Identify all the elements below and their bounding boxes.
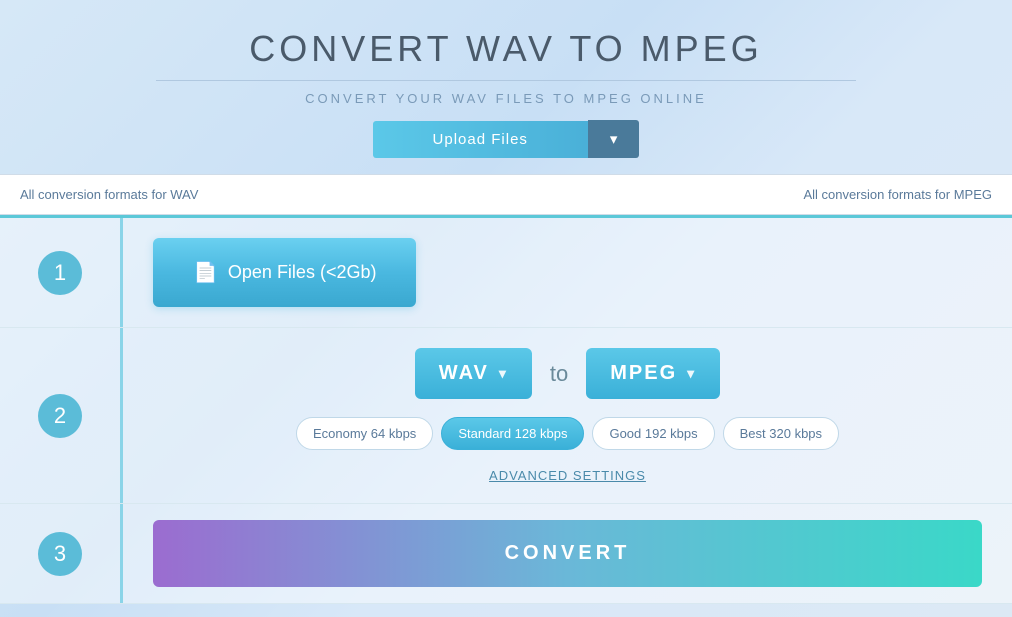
step2-content: WAV ▾ to MPEG ▾ Economy 64 kbpsStandard … bbox=[120, 328, 1012, 503]
step1-circle: 1 bbox=[38, 251, 82, 295]
to-text: to bbox=[550, 361, 568, 387]
step3-circle: 3 bbox=[38, 532, 82, 576]
mpeg-formats-link[interactable]: All conversion formats for MPEG bbox=[783, 175, 1012, 214]
step1-content: 📄 Open Files (<2Gb) bbox=[120, 218, 1012, 327]
from-format-button[interactable]: WAV ▾ bbox=[415, 348, 532, 399]
quality-row: Economy 64 kbpsStandard 128 kbpsGood 192… bbox=[296, 417, 839, 450]
step1-row: 1 📄 Open Files (<2Gb) bbox=[0, 218, 1012, 328]
quality-option-1[interactable]: Standard 128 kbps bbox=[441, 417, 584, 450]
upload-button[interactable]: Upload Files bbox=[373, 121, 588, 158]
from-format-label: WAV bbox=[439, 362, 489, 385]
from-format-chevron: ▾ bbox=[499, 365, 508, 382]
advanced-settings-link[interactable]: ADVANCED SETTINGS bbox=[489, 468, 646, 483]
wav-formats-link[interactable]: All conversion formats for WAV bbox=[0, 175, 218, 214]
quality-option-2[interactable]: Good 192 kbps bbox=[592, 417, 714, 450]
upload-bar: Upload Files ▾ bbox=[373, 120, 640, 158]
divider bbox=[156, 80, 856, 81]
subtitle: CONVERT YOUR WAV FILES TO MPEG ONLINE bbox=[305, 91, 707, 106]
conversion-row: WAV ▾ to MPEG ▾ bbox=[415, 348, 720, 399]
page-wrapper: CONVERT WAV TO MPEG CONVERT YOUR WAV FIL… bbox=[0, 0, 1012, 617]
step2-circle: 2 bbox=[38, 394, 82, 438]
step2-number-col: 2 bbox=[0, 328, 120, 503]
step2-row: 2 WAV ▾ to MPEG ▾ Economy 64 kbpsStandar… bbox=[0, 328, 1012, 504]
main-content: 1 📄 Open Files (<2Gb) 2 WAV ▾ bbox=[0, 215, 1012, 604]
to-format-chevron: ▾ bbox=[687, 365, 696, 382]
quality-option-3[interactable]: Best 320 kbps bbox=[723, 417, 839, 450]
to-format-button[interactable]: MPEG ▾ bbox=[586, 348, 720, 399]
step3-content: CONVERT bbox=[120, 504, 1012, 603]
to-format-label: MPEG bbox=[610, 362, 677, 385]
header: CONVERT WAV TO MPEG CONVERT YOUR WAV FIL… bbox=[0, 0, 1012, 174]
quality-option-0[interactable]: Economy 64 kbps bbox=[296, 417, 433, 450]
step3-number-col: 3 bbox=[0, 504, 120, 603]
open-files-label: Open Files (<2Gb) bbox=[228, 262, 377, 283]
step1-number-col: 1 bbox=[0, 218, 120, 327]
format-bar: All conversion formats for WAV All conve… bbox=[0, 174, 1012, 215]
open-files-button[interactable]: 📄 Open Files (<2Gb) bbox=[153, 238, 416, 307]
step3-row: 3 CONVERT bbox=[0, 504, 1012, 604]
page-title: CONVERT WAV TO MPEG bbox=[249, 28, 762, 70]
upload-dropdown-button[interactable]: ▾ bbox=[588, 120, 640, 158]
convert-button[interactable]: CONVERT bbox=[153, 520, 982, 587]
file-icon: 📄 bbox=[193, 260, 218, 285]
